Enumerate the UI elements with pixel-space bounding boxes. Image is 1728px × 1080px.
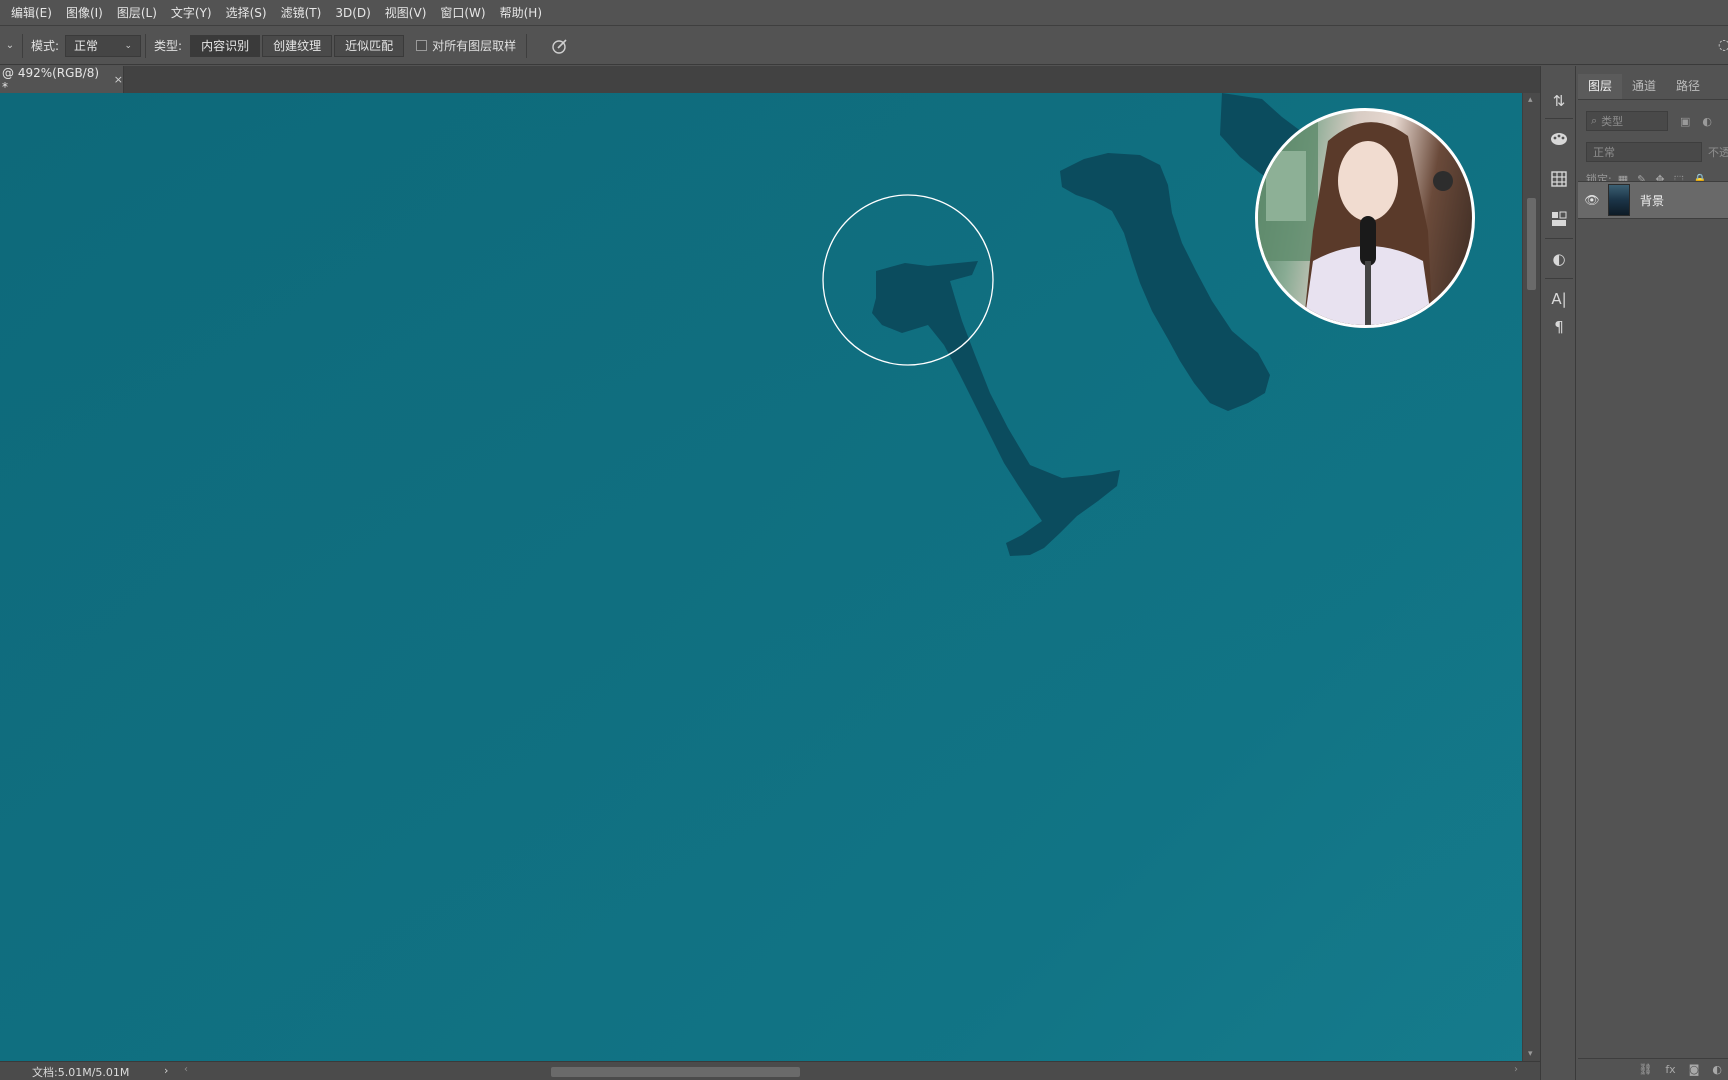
scroll-up-icon[interactable]: ▴ [1528, 95, 1533, 105]
blend-mode-select[interactable]: 正常 [1586, 142, 1702, 162]
menu-filter[interactable]: 滤镜(T) [274, 0, 329, 26]
adjustments-icon[interactable]: ◐ [1546, 246, 1572, 272]
document-tab[interactable]: @ 492%(RGB/8) * × [0, 65, 124, 94]
strip-divider [1545, 238, 1573, 239]
proximity-match-button[interactable]: 近似匹配 [334, 34, 405, 57]
create-texture-button[interactable]: 创建纹理 [262, 34, 333, 57]
menu-edit[interactable]: 编辑(E) [4, 0, 59, 26]
tool-preset-chevron-icon[interactable]: ⌄ [2, 40, 18, 51]
scroll-right-icon[interactable]: › [1514, 1064, 1518, 1075]
options-divider [145, 33, 147, 58]
document-size-status: 文档:5.01M/5.01M [32, 1066, 130, 1079]
tab-paths[interactable]: 路径 [1666, 74, 1710, 99]
webcam-overlay [1255, 108, 1475, 328]
status-menu-arrow-icon[interactable]: › [164, 1064, 168, 1077]
menu-bar: 编辑(E) 图像(I) 图层(L) 文字(Y) 选择(S) 滤镜(T) 3D(D… [0, 0, 1728, 26]
color-palette-icon[interactable] [1546, 126, 1572, 152]
layer-filter-row: ⌕ 类型 ▣ ◐ [1586, 110, 1726, 132]
collapsed-panel-strip: ⇅ ◐ A| ¶ [1540, 66, 1576, 1080]
chevron-down-icon: ⌄ [124, 40, 133, 51]
type-segmented-control: 内容识别 创建纹理 近似匹配 [190, 34, 406, 57]
libraries-icon[interactable] [1546, 206, 1572, 232]
panel-tabs: 图层 通道 路径 [1578, 74, 1728, 100]
sample-all-layers-checkbox[interactable] [416, 40, 428, 51]
adjustment-filter-icon[interactable]: ◐ [1702, 115, 1712, 128]
layer-thumbnail [1608, 184, 1630, 216]
pressure-size-icon[interactable] [549, 35, 571, 57]
blend-mode-row: 正常 不透 [1586, 141, 1728, 163]
character-icon[interactable]: A| [1546, 286, 1572, 312]
mode-select[interactable]: 正常 ⌄ [65, 34, 142, 57]
layer-name: 背景 [1640, 193, 1665, 208]
strip-divider [1545, 278, 1573, 279]
layer-row[interactable]: 👁 背景 [1578, 181, 1728, 219]
canvas-horizontal-scrollbar[interactable]: ‹ › [180, 1064, 1520, 1078]
layer-filter-select[interactable]: ⌕ 类型 [1586, 111, 1668, 131]
options-divider [526, 33, 528, 58]
close-icon[interactable]: × [114, 73, 123, 86]
menu-view[interactable]: 视图(V) [378, 0, 434, 26]
menu-select[interactable]: 选择(S) [219, 0, 274, 26]
eye-icon[interactable]: 👁 [1578, 193, 1606, 207]
layers-panel-footer: ⛓ fx ◙ ◐ [1578, 1058, 1728, 1080]
paragraph-icon[interactable]: ¶ [1546, 314, 1572, 340]
horizontal-scroll-thumb[interactable] [551, 1067, 800, 1077]
fx-icon[interactable]: fx [1665, 1063, 1675, 1076]
tab-layers[interactable]: 图层 [1578, 74, 1623, 99]
search-icon[interactable]: ◌ [1718, 37, 1728, 55]
sample-all-layers-label: 对所有图层取样 [432, 39, 517, 53]
menu-window[interactable]: 窗口(W) [433, 0, 492, 26]
filter-placeholder: 类型 [1601, 115, 1624, 128]
menu-layer[interactable]: 图层(L) [110, 0, 164, 26]
tool-options-bar: ⌄ 模式: 正常 ⌄ 类型: 内容识别 创建纹理 近似匹配 对所有图层取样 ◌ [0, 27, 1728, 65]
scroll-left-icon[interactable]: ‹ [184, 1064, 188, 1075]
mode-value: 正常 [74, 39, 99, 53]
history-icon[interactable]: ⇅ [1546, 88, 1572, 114]
tab-channels[interactable]: 通道 [1622, 74, 1666, 99]
layers-panel: 图层 通道 路径 ⌕ 类型 ▣ ◐ 正常 不透 锁定: ▦ ✎ ✥ ⬚ 🔒 👁 [1578, 66, 1728, 1080]
vertical-scroll-thumb[interactable] [1527, 198, 1536, 290]
menu-3d[interactable]: 3D(D) [328, 0, 377, 26]
menu-type[interactable]: 文字(Y) [164, 0, 219, 26]
mode-label: 模式: [31, 39, 60, 53]
menu-image[interactable]: 图像(I) [59, 0, 110, 26]
scroll-down-icon[interactable]: ▾ [1528, 1049, 1533, 1059]
content-aware-button[interactable]: 内容识别 [190, 34, 261, 57]
canvas-vertical-scrollbar[interactable]: ▴ ▾ [1522, 93, 1540, 1061]
adjustment-layer-icon[interactable]: ◐ [1712, 1063, 1722, 1076]
swatches-grid-icon[interactable] [1546, 166, 1572, 192]
strip-divider [1545, 118, 1573, 119]
webcam-feed [1258, 111, 1453, 325]
photoshop-window: 编辑(E) 图像(I) 图层(L) 文字(Y) 选择(S) 滤镜(T) 3D(D… [0, 0, 1728, 1080]
image-filter-icon[interactable]: ▣ [1680, 115, 1690, 128]
mask-icon[interactable]: ◙ [1689, 1063, 1700, 1076]
opacity-label: 不透 [1708, 146, 1728, 159]
document-tab-title: @ 492%(RGB/8) * [2, 65, 100, 94]
search-icon: ⌕ [1591, 114, 1598, 127]
document-tab-bar: @ 492%(RGB/8) * × [0, 65, 1540, 94]
menu-help[interactable]: 帮助(H) [493, 0, 549, 26]
link-icon[interactable]: ⛓ [1638, 1063, 1652, 1076]
options-divider [22, 33, 23, 58]
status-bar: 文档:5.01M/5.01M › ‹ › [0, 1061, 1540, 1080]
type-label: 类型: [154, 39, 183, 53]
